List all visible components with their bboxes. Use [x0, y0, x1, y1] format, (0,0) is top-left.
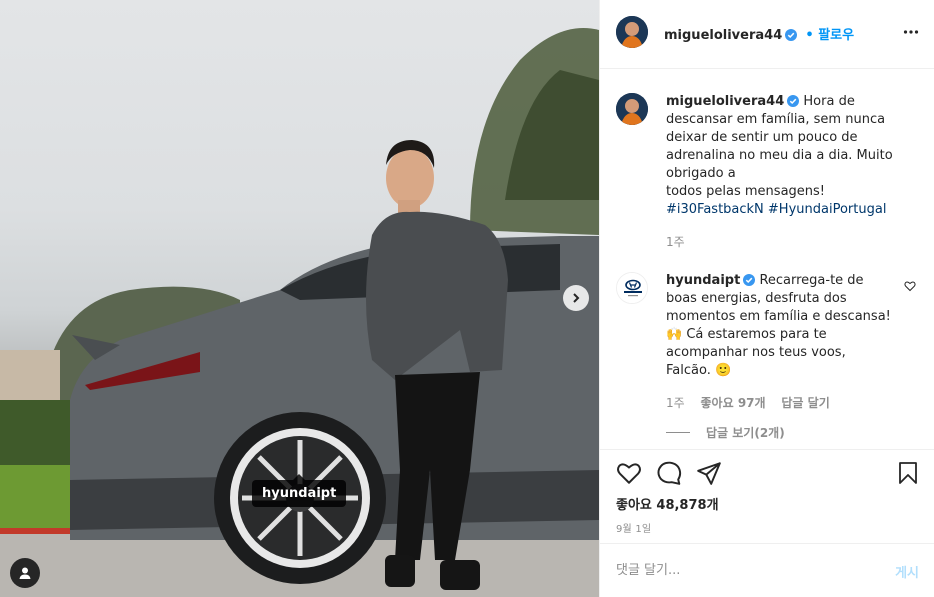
- save-button[interactable]: [896, 460, 920, 490]
- photo-scene: [0, 28, 599, 597]
- caption-author-avatar[interactable]: [616, 93, 648, 125]
- user-tags-button[interactable]: [10, 558, 40, 588]
- caption-age[interactable]: 1주: [666, 235, 685, 249]
- comment-composer: 게시: [600, 543, 934, 597]
- caption-line: descansar em família, sem nunca: [666, 112, 886, 127]
- view-replies-button[interactable]: 답글 보기(2개): [666, 424, 785, 441]
- comment-line: Falcão. 🙂: [666, 363, 732, 378]
- caption-line: todos pelas mensagens!: [666, 184, 826, 199]
- author-avatar[interactable]: [616, 16, 648, 48]
- verified-badge-icon: [785, 29, 798, 41]
- replies-divider: [666, 432, 690, 433]
- heart-icon: [617, 463, 641, 484]
- next-image-button[interactable]: [563, 285, 589, 311]
- comment-author[interactable]: hyundaipt: [666, 273, 740, 288]
- like-button[interactable]: [616, 460, 642, 490]
- caption-meta: 1주: [666, 233, 697, 250]
- post-date[interactable]: 9월 1일: [616, 520, 651, 535]
- caption-author[interactable]: miguelolivera44: [666, 94, 784, 109]
- heart-icon: [904, 281, 916, 292]
- view-replies-label: 답글 보기(2개): [706, 426, 785, 440]
- post-photo[interactable]: hyundaipt: [0, 0, 599, 597]
- chevron-right-icon: [573, 293, 580, 303]
- photo-user-tag[interactable]: hyundaipt: [252, 474, 347, 507]
- caption-avatar-image: [616, 93, 648, 125]
- comment-line: Recarrega-te de: [759, 273, 864, 288]
- comment-line: 🙌 Cá estaremos para te: [666, 327, 827, 342]
- comments-list[interactable]: miguelolivera44 Hora de descansar em fam…: [600, 69, 934, 449]
- post-actions: 좋아요 48,878개 9월 1일: [600, 449, 934, 543]
- verified-badge-icon: [787, 95, 800, 107]
- caption-hashtags[interactable]: #i30FastbackN #HyundaiPortugal: [666, 202, 886, 217]
- comment-reply-button[interactable]: 답글 달기: [781, 396, 829, 410]
- share-button[interactable]: [696, 460, 722, 490]
- post-likes-count[interactable]: 좋아요 48,878개: [616, 494, 719, 513]
- caption-text: miguelolivera44 Hora de descansar em fam…: [666, 93, 898, 219]
- post-comment-button[interactable]: 게시: [895, 562, 919, 581]
- caption-line: deixar de sentir um pouco de: [666, 130, 858, 145]
- follow-button[interactable]: • 팔로우: [805, 28, 854, 43]
- like-comment-button[interactable]: [904, 280, 916, 296]
- comment-author-avatar[interactable]: [616, 272, 648, 304]
- caption-line: Hora de: [803, 94, 855, 109]
- user-tag-icon: [19, 567, 31, 579]
- share-icon: [697, 462, 721, 485]
- comment-text: hyundaipt Recarrega-te de boas energias,…: [666, 272, 898, 380]
- hyundai-logo-icon: [617, 273, 647, 303]
- comment-icon: [657, 461, 682, 485]
- comment-button[interactable]: [656, 460, 682, 490]
- post-header: miguelolivera44 • 팔로우: [600, 0, 934, 69]
- comment-input[interactable]: [616, 558, 866, 582]
- more-options-icon: [903, 30, 919, 34]
- more-options-button[interactable]: [903, 24, 919, 44]
- author-avatar-image: [616, 16, 648, 48]
- post-sidebar: miguelolivera44 • 팔로우 miguelolivera44 Ho…: [599, 0, 934, 597]
- author-username[interactable]: miguelolivera44: [664, 28, 782, 43]
- bookmark-icon: [899, 462, 917, 484]
- caption-line: obrigado a: [666, 166, 736, 181]
- comment-line: momentos em família e descansa!: [666, 309, 891, 324]
- photo-user-tag-label: hyundaipt: [262, 486, 337, 501]
- comment-line: acompanhar nos teus voos,: [666, 345, 846, 360]
- comment-meta: 1주 좋아요 97개 답글 달기: [666, 394, 842, 411]
- comment-line: boas energias, desfruta dos: [666, 291, 847, 306]
- verified-badge-icon: [743, 274, 756, 286]
- caption-line: adrenalina no meu dia a dia. Muito: [666, 148, 893, 163]
- comment-likes[interactable]: 좋아요 97개: [701, 396, 766, 410]
- comment-age[interactable]: 1주: [666, 396, 685, 410]
